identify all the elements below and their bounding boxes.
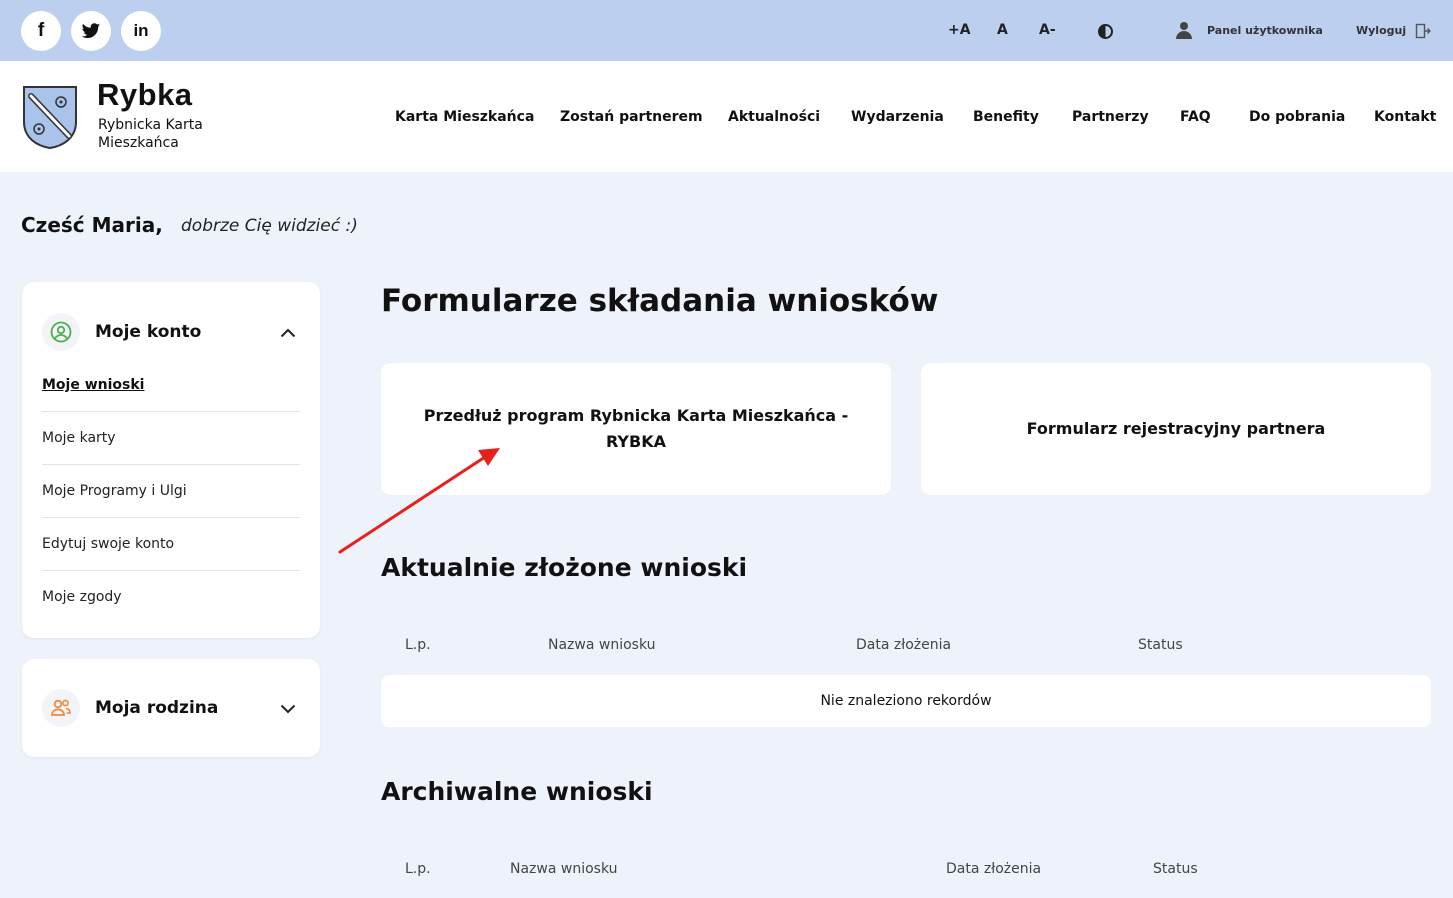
nav-zostan-partnerem[interactable]: Zostań partnerem — [560, 109, 703, 125]
sidebar-divider — [42, 411, 300, 412]
user-icon — [1176, 22, 1192, 40]
archive-header-lp: L.p. — [405, 861, 431, 877]
brand-name[interactable]: Rybka — [97, 77, 193, 113]
font-decrease-button[interactable]: A- — [1039, 22, 1056, 38]
rybnik-crest-logo[interactable] — [21, 84, 79, 150]
twitter-icon[interactable] — [71, 11, 111, 51]
archive-applications-title: Archiwalne wnioski — [381, 777, 653, 806]
facebook-icon[interactable]: f — [21, 11, 61, 51]
nav-aktualnosci[interactable]: Aktualności — [728, 109, 820, 125]
sidebar-item-moje-karty[interactable]: Moje karty — [42, 430, 116, 446]
linkedin-icon[interactable]: in — [121, 11, 161, 51]
account-circle-icon — [42, 313, 80, 351]
font-increase-button[interactable]: +A — [948, 22, 971, 38]
partner-registration-form-tile[interactable]: Formularz rejestracyjny partnera — [921, 363, 1431, 495]
font-normal-button[interactable]: A — [997, 22, 1008, 38]
archive-header-status: Status — [1153, 861, 1198, 877]
nav-kontakt[interactable]: Kontakt — [1374, 109, 1436, 125]
nav-benefity[interactable]: Benefity — [973, 109, 1039, 125]
user-panel-link[interactable]: Panel użytkownika — [1207, 24, 1323, 37]
family-menu-card: Moja rodzina — [22, 659, 320, 757]
table-header-lp: L.p. — [405, 637, 431, 653]
nav-do-pobrania[interactable]: Do pobrania — [1249, 109, 1345, 125]
greeting-subtitle: dobrze Cię widzieć :) — [181, 216, 358, 236]
empty-table-row: Nie znaleziono rekordów — [381, 675, 1431, 727]
logout-link[interactable]: Wyloguj — [1356, 24, 1406, 37]
logout-icon[interactable] — [1415, 23, 1431, 39]
annotation-arrow-icon — [338, 448, 500, 554]
brand-subtitle: Rybnicka Karta Mieszkańca — [98, 117, 203, 151]
top-bar: f in +A A A- Panel użytkownika Wyloguj — [0, 0, 1453, 61]
nav-wydarzenia[interactable]: Wydarzenia — [851, 109, 944, 125]
nav-karta-mieszkanca[interactable]: Karta Mieszkańca — [395, 109, 534, 125]
sidebar-item-moje-zgody[interactable]: Moje zgody — [42, 589, 122, 605]
sidebar-item-moje-wnioski[interactable]: Moje wnioski — [42, 377, 144, 393]
table-header-status: Status — [1138, 637, 1183, 653]
chevron-up-icon[interactable] — [280, 328, 296, 338]
nav-faq[interactable]: FAQ — [1180, 109, 1211, 125]
account-menu-card: Moje konto Moje wnioski Moje karty Moje … — [22, 282, 320, 638]
table-header-date: Data złożenia — [856, 637, 952, 653]
sidebar-item-edytuj-konto[interactable]: Edytuj swoje konto — [42, 536, 174, 552]
sidebar-divider — [42, 464, 300, 465]
family-accordion-title[interactable]: Moja rodzina — [95, 698, 218, 718]
nav-partnerzy[interactable]: Partnerzy — [1072, 109, 1149, 125]
page-title: Formularze składania wniosków — [381, 283, 939, 319]
family-users-icon — [42, 689, 80, 727]
chevron-down-icon[interactable] — [280, 704, 296, 714]
archive-header-date: Data złożenia — [946, 861, 1042, 877]
account-accordion-title[interactable]: Moje konto — [95, 322, 201, 342]
sidebar-divider — [42, 517, 300, 518]
contrast-icon[interactable] — [1098, 24, 1113, 39]
site-header: Rybka Rybnicka Karta Mieszkańca Karta Mi… — [0, 61, 1453, 172]
greeting-title: Cześć Maria, — [21, 213, 163, 237]
table-header-name: Nazwa wniosku — [548, 637, 656, 653]
archive-header-name: Nazwa wniosku — [510, 861, 618, 877]
sidebar-item-moje-programy[interactable]: Moje Programy i Ulgi — [42, 483, 187, 499]
sidebar-divider — [42, 570, 300, 571]
